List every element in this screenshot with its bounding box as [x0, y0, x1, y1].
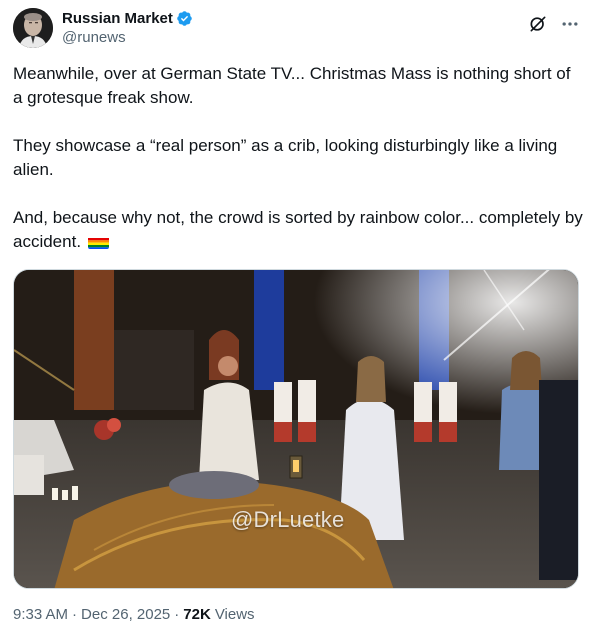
- author-handle[interactable]: @runews: [62, 29, 193, 46]
- tweet-text: Meanwhile, over at German State TV... Ch…: [13, 62, 583, 254]
- rainbow-flag-icon: [87, 235, 109, 249]
- tweet-meta: 9:33 AM · Dec 26, 2025 · 72K Views: [13, 606, 255, 623]
- tweet: Russian Market @runews Meanwhile, over a…: [0, 0, 592, 632]
- header-actions: [528, 14, 580, 34]
- tweet-time[interactable]: 9:33 AM: [13, 606, 68, 623]
- tweet-date[interactable]: Dec 26, 2025: [81, 606, 170, 623]
- tweet-paragraph: Meanwhile, over at German State TV... Ch…: [13, 64, 571, 107]
- meta-separator: ·: [72, 606, 78, 623]
- tweet-paragraph-text: They showcase a “real person” as a crib,…: [13, 136, 558, 179]
- meta-separator: ·: [174, 606, 180, 623]
- tweet-paragraph: They showcase a “real person” as a crib,…: [13, 134, 583, 182]
- tweet-header: Russian Market @runews: [13, 8, 580, 50]
- tweet-paragraph: And, because why not, the crowd is sorte…: [13, 206, 583, 254]
- views-count: 72K: [183, 606, 211, 623]
- views-label[interactable]: Views: [215, 606, 255, 623]
- verified-badge-icon: [176, 10, 193, 27]
- avatar-image: [13, 8, 53, 48]
- avatar[interactable]: [13, 8, 53, 48]
- church-scene-image: [14, 270, 578, 588]
- display-name[interactable]: Russian Market: [62, 10, 173, 27]
- more-icon[interactable]: [560, 14, 580, 34]
- author-names: Russian Market @runews: [62, 8, 193, 46]
- grok-icon[interactable]: [528, 14, 548, 34]
- media-watermark: @DrLuetke: [231, 507, 345, 532]
- tweet-media-image[interactable]: @DrLuetke: [13, 269, 579, 589]
